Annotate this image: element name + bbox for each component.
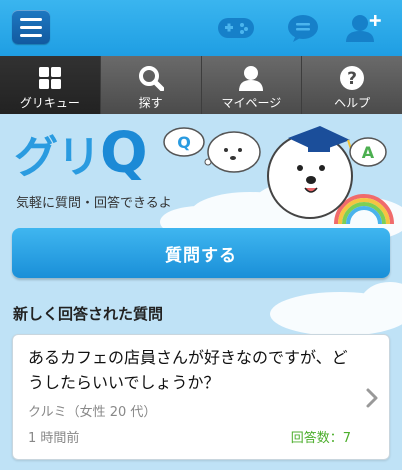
- help-icon: ?: [339, 65, 365, 91]
- tab-search[interactable]: 探す: [99, 56, 201, 114]
- bubble-a-text: A: [362, 143, 375, 162]
- tab-label: グリキュー: [19, 96, 80, 110]
- tab-label: マイページ: [221, 96, 282, 110]
- answer-count: 回答数：7: [290, 431, 351, 446]
- tab-nav: グリキュー 探す マイページ ? ヘルプ: [0, 56, 402, 114]
- ask-question-button[interactable]: 質問する: [12, 228, 390, 278]
- bubble-q-text: Q: [177, 133, 191, 152]
- search-icon: [138, 65, 164, 91]
- top-header: [0, 0, 402, 56]
- timestamp: 1 時間前: [28, 431, 80, 446]
- svg-text:?: ?: [347, 69, 357, 89]
- tagline: 気軽に質問・回答できるよ: [16, 196, 172, 211]
- add-user-icon[interactable]: [344, 12, 384, 44]
- user-icon: [238, 65, 264, 91]
- tab-my-page[interactable]: マイページ: [200, 56, 302, 114]
- question-card[interactable]: あるカフェの店員さんが好きなのですが、どうしたらいいでしょうか？ クルミ（女性 …: [12, 334, 390, 460]
- chat-bubble-icon[interactable]: [283, 12, 323, 44]
- chevron-right-icon: [365, 387, 379, 413]
- tab-label: ヘルプ: [334, 96, 371, 110]
- mascot-illustration: Q A: [163, 126, 394, 225]
- asker-info: クルミ（女性 20 代）: [28, 405, 157, 420]
- section-title: 新しく回答された質問: [13, 305, 164, 323]
- question-text: あるカフェの店員さんが好きなのですが、どうしたらいいでしょうか？: [28, 348, 348, 392]
- gamepad-icon[interactable]: [216, 12, 256, 44]
- tab-guri-q[interactable]: グリキュー: [0, 56, 100, 114]
- tab-label: 探す: [138, 96, 163, 110]
- guri-q-logo: グリQ: [14, 121, 148, 186]
- tab-help[interactable]: ? ヘルプ: [301, 56, 402, 114]
- menu-button[interactable]: [12, 10, 50, 44]
- hamburger-icon: [20, 17, 42, 21]
- grid-icon: [38, 65, 62, 91]
